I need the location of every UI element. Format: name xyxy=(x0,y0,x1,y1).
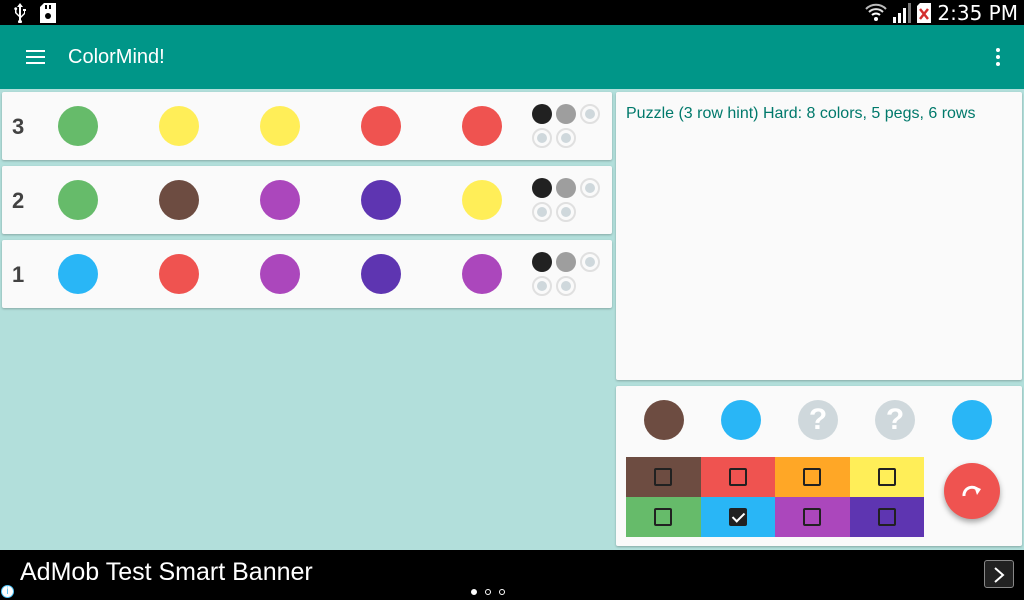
peg-yellow xyxy=(260,106,300,146)
color-checkbox[interactable] xyxy=(803,508,821,526)
hint-black xyxy=(532,252,552,272)
palette-color-blue[interactable] xyxy=(700,497,775,537)
ad-chevron-right-icon[interactable] xyxy=(984,560,1014,588)
no-sim-icon xyxy=(917,2,932,23)
redo-icon xyxy=(962,485,981,497)
app-title: ColorMind! xyxy=(68,46,165,68)
color-palette xyxy=(626,457,924,537)
color-checkbox[interactable] xyxy=(803,468,821,486)
hint-empty xyxy=(532,128,552,148)
color-checkbox[interactable] xyxy=(728,508,747,526)
feedback-hints xyxy=(532,178,602,226)
wifi-icon xyxy=(865,3,888,21)
hint-gray xyxy=(556,104,576,124)
peg-yellow xyxy=(159,106,199,146)
row-number: 3 xyxy=(12,114,25,139)
guess-peg-brown[interactable] xyxy=(644,400,684,440)
peg-red xyxy=(361,106,401,146)
sd-card-icon xyxy=(40,2,56,23)
guess-row: 2 xyxy=(2,166,612,234)
guess-row: 3 xyxy=(2,92,612,160)
peg-red xyxy=(462,106,502,146)
peg-green xyxy=(58,106,98,146)
hint-empty xyxy=(580,104,600,124)
status-icons-right: 2:35 PM xyxy=(865,0,1018,25)
feedback-hints xyxy=(532,104,602,152)
hint-empty xyxy=(580,252,600,272)
status-icons-left xyxy=(12,2,56,23)
hint-empty xyxy=(556,128,576,148)
menu-icon[interactable] xyxy=(20,45,52,69)
feedback-hints xyxy=(532,252,602,300)
color-checkbox[interactable] xyxy=(877,468,896,486)
palette-color-red[interactable] xyxy=(700,457,775,497)
page-dot xyxy=(471,589,477,595)
hint-empty xyxy=(556,276,576,296)
ad-banner[interactable]: AdMob Test Smart Banner i xyxy=(0,550,1024,600)
hint-empty xyxy=(556,202,576,222)
peg-indigo xyxy=(361,180,401,220)
row-number: 2 xyxy=(12,188,25,213)
hint-gray xyxy=(556,252,576,272)
palette-color-green[interactable] xyxy=(626,497,701,537)
peg-green xyxy=(58,180,98,220)
peg-red xyxy=(159,254,199,294)
peg-purple xyxy=(260,180,300,220)
guess-peg-blue[interactable] xyxy=(952,400,992,440)
status-time: 2:35 PM xyxy=(937,0,1018,25)
palette-color-purple[interactable] xyxy=(775,497,850,537)
ad-info-icon[interactable]: i xyxy=(1,585,14,598)
status-bar: 2:35 PM xyxy=(0,0,1024,25)
ad-banner-text: AdMob Test Smart Banner xyxy=(20,558,313,586)
more-options-icon[interactable] xyxy=(990,45,1006,69)
puzzle-description: Puzzle (3 row hint) Hard: 8 colors, 5 pe… xyxy=(626,105,976,122)
color-checkbox[interactable] xyxy=(654,468,672,486)
puzzle-info-panel: Puzzle (3 row hint) Hard: 8 colors, 5 pe… xyxy=(616,92,1022,380)
page-dot xyxy=(485,589,491,595)
hint-empty xyxy=(580,178,600,198)
palette-color-orange[interactable] xyxy=(775,457,850,497)
ad-page-indicator xyxy=(471,589,505,595)
guess-row: 1 xyxy=(2,240,612,308)
hint-empty xyxy=(532,202,552,222)
usb-icon xyxy=(14,2,26,23)
app-bar: ColorMind! xyxy=(0,25,1024,89)
row-number: 1 xyxy=(12,262,25,287)
hint-black xyxy=(532,104,552,124)
palette-color-indigo[interactable] xyxy=(849,497,924,537)
palette-color-yellow[interactable] xyxy=(849,457,924,497)
palette-color-brown[interactable] xyxy=(626,457,701,497)
guess-peg-blue[interactable] xyxy=(721,400,761,440)
peg-purple xyxy=(462,254,502,294)
peg-yellow xyxy=(462,180,502,220)
hint-black xyxy=(532,178,552,198)
signal-icon xyxy=(893,2,912,23)
color-checkbox[interactable] xyxy=(728,468,747,486)
submit-guess-button[interactable] xyxy=(944,463,1000,519)
empty-peg-slot[interactable]: ? xyxy=(875,400,915,440)
peg-brown xyxy=(159,180,199,220)
empty-peg-slot[interactable]: ? xyxy=(798,400,838,440)
page-dot xyxy=(499,589,505,595)
hint-gray xyxy=(556,178,576,198)
peg-blue xyxy=(58,254,98,294)
hint-empty xyxy=(532,276,552,296)
peg-purple xyxy=(260,254,300,294)
color-checkbox[interactable] xyxy=(877,508,896,526)
color-checkbox[interactable] xyxy=(654,508,672,526)
peg-indigo xyxy=(361,254,401,294)
